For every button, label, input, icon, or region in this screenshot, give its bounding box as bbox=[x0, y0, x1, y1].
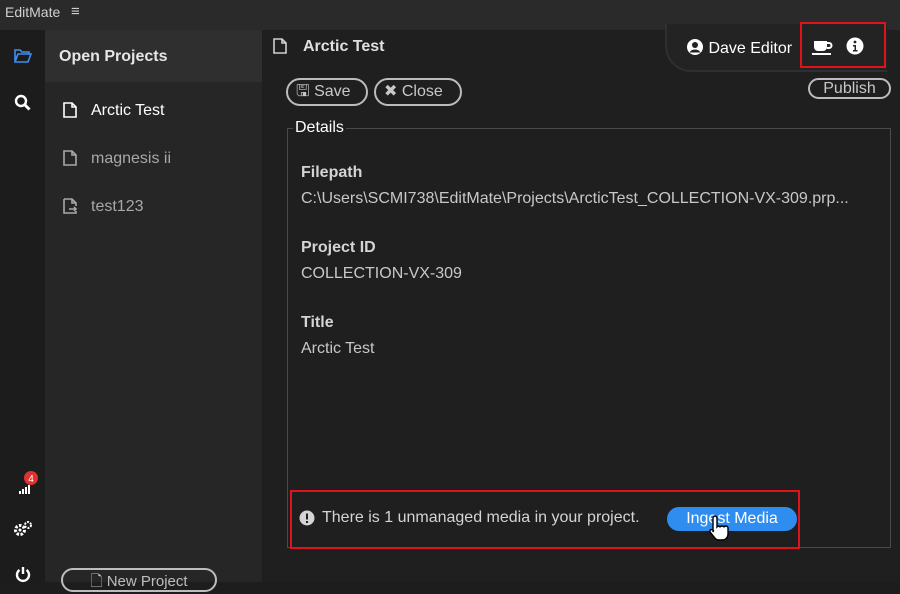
user-circle-icon bbox=[687, 39, 703, 55]
search-icon[interactable] bbox=[0, 94, 45, 116]
folder-open-icon[interactable] bbox=[0, 48, 45, 68]
save-button[interactable]: 🖫 Save bbox=[286, 78, 368, 106]
info-icon[interactable] bbox=[846, 37, 864, 60]
project-item-arctic-test[interactable]: Arctic Test bbox=[63, 102, 165, 120]
project-item-label: Arctic Test bbox=[91, 102, 165, 119]
details-legend: Details bbox=[293, 119, 346, 137]
icon-rail: 4 bbox=[0, 30, 45, 582]
project-id-label: Project ID bbox=[301, 239, 376, 256]
project-item-test123[interactable]: test123 bbox=[63, 198, 143, 216]
coffee-icon[interactable] bbox=[812, 38, 834, 61]
title-value: Arctic Test bbox=[301, 340, 375, 357]
ingest-media-button[interactable]: Ingest Media bbox=[667, 507, 797, 531]
page-title: Arctic Test bbox=[303, 38, 385, 55]
file-icon bbox=[273, 38, 287, 59]
projects-title: Open Projects bbox=[59, 48, 168, 65]
power-icon[interactable] bbox=[0, 566, 45, 588]
projects-panel: Open Projects Arctic Test magnesis ii te… bbox=[45, 30, 262, 592]
warning-message: There is 1 unmanaged media in your proje… bbox=[322, 509, 640, 526]
title-label: Title bbox=[301, 314, 334, 331]
filepath-label: Filepath bbox=[301, 164, 363, 181]
file-export-icon bbox=[63, 198, 78, 214]
project-item-label: magnesis ii bbox=[91, 150, 172, 167]
close-icon: ✖ bbox=[384, 83, 398, 100]
signal-icon[interactable]: 4 bbox=[0, 471, 45, 502]
filepath-value: C:\Users\SCMI738\EditMate\Projects\Arcti… bbox=[301, 190, 849, 207]
project-item-label: test123 bbox=[91, 198, 144, 215]
settings-icon[interactable] bbox=[0, 520, 45, 543]
projects-header: Open Projects bbox=[45, 30, 262, 82]
file-icon bbox=[63, 102, 77, 118]
app-title: EditMate bbox=[5, 4, 61, 20]
menu-icon[interactable]: ≡ bbox=[71, 3, 80, 20]
user-menu[interactable]: Dave Editor bbox=[686, 38, 792, 58]
close-label: Close bbox=[401, 83, 443, 100]
close-button[interactable]: ✖ Close bbox=[374, 78, 462, 106]
save-icon: 🖫 bbox=[296, 83, 310, 100]
project-id-value: COLLECTION-VX-309 bbox=[301, 265, 462, 282]
publish-button[interactable]: Publish bbox=[808, 78, 891, 99]
file-icon bbox=[63, 150, 77, 166]
exclamation-circle-icon bbox=[299, 510, 315, 531]
project-item-magnesis-ii[interactable]: magnesis ii bbox=[63, 150, 171, 168]
new-project-button[interactable]: 🗋 New Project bbox=[61, 568, 217, 592]
user-name: Dave Editor bbox=[708, 40, 793, 57]
hand-cursor-icon bbox=[708, 514, 732, 547]
notification-badge: 4 bbox=[28, 474, 34, 485]
save-label: Save bbox=[314, 83, 351, 100]
main-area: Arctic Test Dave Editor 🖫 Save ✖ Close P… bbox=[262, 22, 900, 582]
